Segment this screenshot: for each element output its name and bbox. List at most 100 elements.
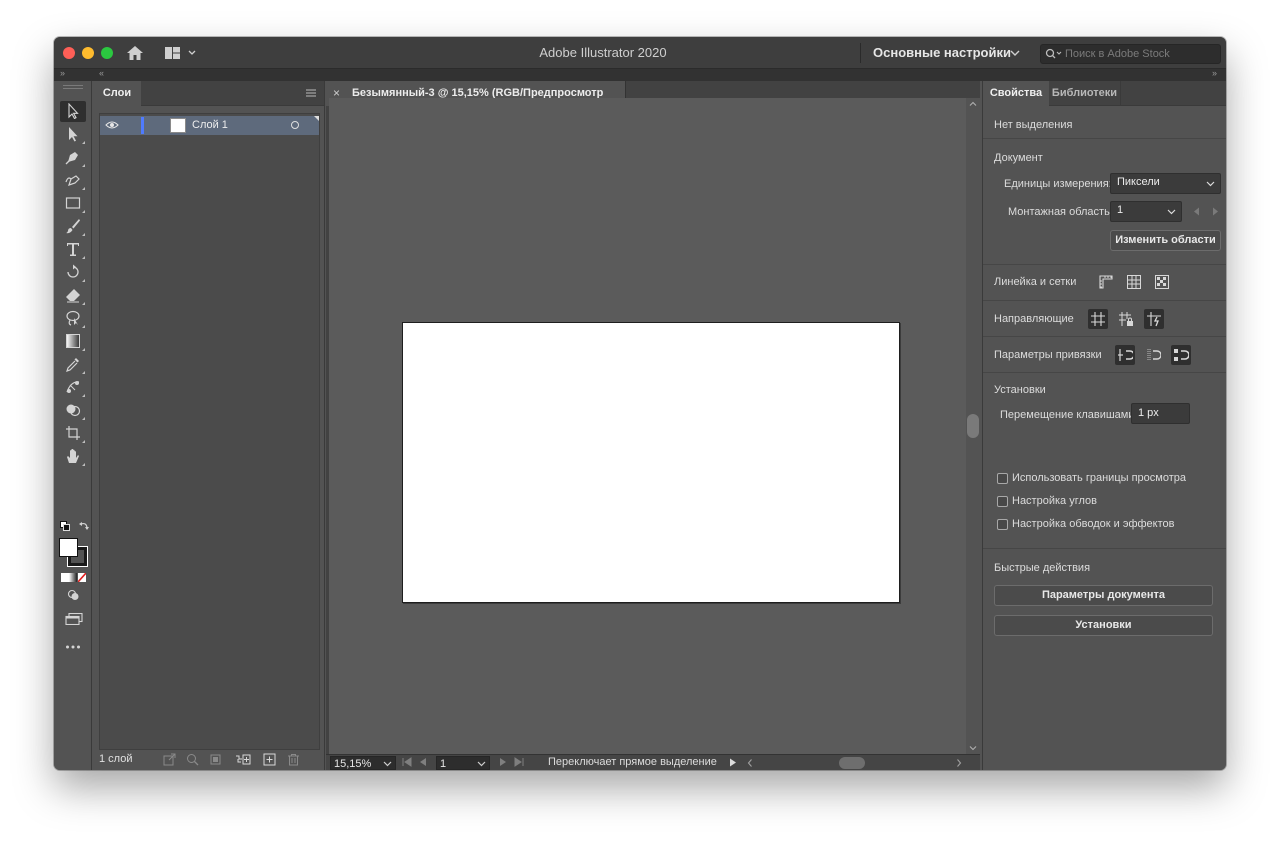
gradient-button[interactable] xyxy=(69,573,77,582)
default-colors-icon[interactable] xyxy=(60,521,70,531)
panel-menu-icon[interactable] xyxy=(306,89,316,97)
lasso-tool[interactable] xyxy=(60,308,86,329)
swap-colors-icon[interactable] xyxy=(79,521,89,531)
horizontal-scroll-thumb[interactable] xyxy=(839,757,865,769)
gradient-tool[interactable] xyxy=(60,331,86,352)
chevron-left-icon[interactable] xyxy=(746,758,754,768)
workspace-switcher[interactable]: Основные настройки xyxy=(873,45,1011,60)
blend-tool[interactable] xyxy=(60,377,86,398)
previous-artboard-arrow-icon[interactable] xyxy=(1193,207,1200,216)
document-setup-button[interactable]: Параметры документа xyxy=(994,585,1213,606)
keyboard-increment-label: Перемещение клавишами: xyxy=(1000,409,1138,421)
trash-icon[interactable] xyxy=(287,753,300,766)
layer-target-circle[interactable] xyxy=(291,121,299,129)
preferences-section-title: Установки xyxy=(994,384,1046,396)
snap-to-glyph-toggle[interactable] xyxy=(1171,345,1191,365)
vertical-scroll-thumb[interactable] xyxy=(967,414,979,438)
transparency-grid-toggle[interactable] xyxy=(1152,272,1172,292)
clipping-mask-icon[interactable] xyxy=(209,753,222,766)
last-artboard-icon[interactable] xyxy=(514,757,524,767)
drawing-modes-icon[interactable] xyxy=(67,589,80,601)
rotate-tool[interactable] xyxy=(60,262,86,283)
guides-label: Направляющие xyxy=(994,313,1074,325)
zoom-level-field[interactable]: 15,15% xyxy=(330,756,396,770)
canvas[interactable] xyxy=(329,98,966,754)
artboard-dropdown[interactable]: 1 xyxy=(1110,201,1182,222)
curvature-tool[interactable] xyxy=(60,170,86,191)
next-artboard-icon[interactable] xyxy=(498,757,508,767)
chevron-right-icon[interactable] xyxy=(955,758,963,768)
tab-libraries[interactable]: Библиотеки xyxy=(1049,81,1121,106)
toolbar-grip[interactable] xyxy=(63,85,83,89)
rectangle-tool[interactable] xyxy=(60,193,86,214)
eyedropper-tool[interactable] xyxy=(60,354,86,375)
expand-toolbar-arrows-icon[interactable]: ›› xyxy=(60,68,65,78)
chevron-down-icon[interactable] xyxy=(383,759,392,768)
tab-properties[interactable]: Свойства xyxy=(983,81,1049,106)
use-preview-bounds-label[interactable]: Использовать границы просмотра xyxy=(1012,472,1186,484)
screen-mode-icon[interactable] xyxy=(65,613,83,625)
type-t-icon xyxy=(67,243,79,256)
edit-toolbar-more-icon[interactable] xyxy=(65,644,81,650)
layer-row[interactable]: Слой 1 xyxy=(100,116,319,135)
rulers-grids-label: Линейка и сетки xyxy=(994,276,1077,288)
paintbrush-tool[interactable] xyxy=(60,216,86,237)
eraser-tool[interactable] xyxy=(60,285,86,306)
status-menu-play-icon[interactable] xyxy=(729,758,737,767)
stock-search-box[interactable] xyxy=(1040,44,1221,64)
direct-selection-tool[interactable] xyxy=(60,124,86,145)
chevron-down-icon xyxy=(1167,209,1176,215)
scale-corners-checkbox[interactable] xyxy=(997,496,1008,507)
layer-name[interactable]: Слой 1 xyxy=(192,119,228,131)
keyboard-increment-input[interactable]: 1 px xyxy=(1131,403,1190,424)
next-artboard-arrow-icon[interactable] xyxy=(1212,207,1219,216)
collapse-layers-arrows-icon[interactable]: ‹‹ xyxy=(99,68,104,78)
status-text[interactable]: Переключает прямое выделение xyxy=(548,756,717,768)
units-dropdown[interactable]: Пиксели xyxy=(1110,173,1221,194)
artboard-navigation-field[interactable]: 1 xyxy=(436,756,490,770)
use-preview-bounds-checkbox[interactable] xyxy=(997,473,1008,484)
rulers-toggle[interactable] xyxy=(1096,272,1116,292)
stock-search-input[interactable] xyxy=(1065,46,1215,62)
vertical-scrollbar[interactable] xyxy=(966,98,980,754)
horizontal-scrollbar[interactable] xyxy=(746,756,963,770)
new-layer-icon[interactable] xyxy=(263,753,276,766)
none-button[interactable] xyxy=(78,573,86,582)
first-artboard-icon[interactable] xyxy=(402,757,412,767)
pen-tool[interactable] xyxy=(60,147,86,168)
smart-guides-toggle[interactable] xyxy=(1144,309,1164,329)
chevron-up-icon[interactable] xyxy=(969,100,977,108)
color-button[interactable] xyxy=(61,573,69,582)
scale-strokes-checkbox[interactable] xyxy=(997,519,1008,530)
hand-icon xyxy=(67,449,79,463)
shape-builder-tool[interactable] xyxy=(60,400,86,421)
scale-corners-label[interactable]: Настройка углов xyxy=(1012,495,1097,507)
type-tool[interactable] xyxy=(60,239,86,260)
lock-guides-toggle[interactable] xyxy=(1116,309,1136,329)
show-guides-toggle[interactable] xyxy=(1088,309,1108,329)
new-sublayer-icon[interactable] xyxy=(235,753,251,766)
snap-to-pixel-toggle[interactable] xyxy=(1143,345,1163,365)
previous-artboard-icon[interactable] xyxy=(418,757,428,767)
hand-tool[interactable] xyxy=(60,446,86,467)
preferences-button[interactable]: Установки xyxy=(994,615,1213,636)
grid-toggle[interactable] xyxy=(1124,272,1144,292)
export-collect-icon[interactable] xyxy=(163,753,176,766)
selection-tool[interactable] xyxy=(60,101,86,122)
artboard[interactable] xyxy=(402,322,900,603)
artboard-tool[interactable] xyxy=(60,423,86,444)
collapse-properties-arrows-icon[interactable]: ›› xyxy=(1212,68,1217,78)
snap-to-point-toggle[interactable] xyxy=(1115,345,1135,365)
chevron-down-icon[interactable] xyxy=(477,759,486,768)
scale-strokes-label[interactable]: Настройка обводок и эффектов xyxy=(1012,518,1174,530)
locate-object-icon[interactable] xyxy=(186,753,199,766)
rotate-icon xyxy=(67,264,79,278)
chevron-down-icon[interactable] xyxy=(969,744,977,752)
tab-layers[interactable]: Слои xyxy=(93,81,141,106)
chevron-down-icon[interactable] xyxy=(1010,48,1020,58)
eye-visibility-icon[interactable] xyxy=(105,119,119,131)
edit-artboards-button[interactable]: Изменить области xyxy=(1110,230,1221,251)
layers-footer: 1 слой xyxy=(93,750,324,770)
smart-guides-icon xyxy=(1147,312,1161,327)
fill-color-swatch[interactable] xyxy=(59,538,78,557)
